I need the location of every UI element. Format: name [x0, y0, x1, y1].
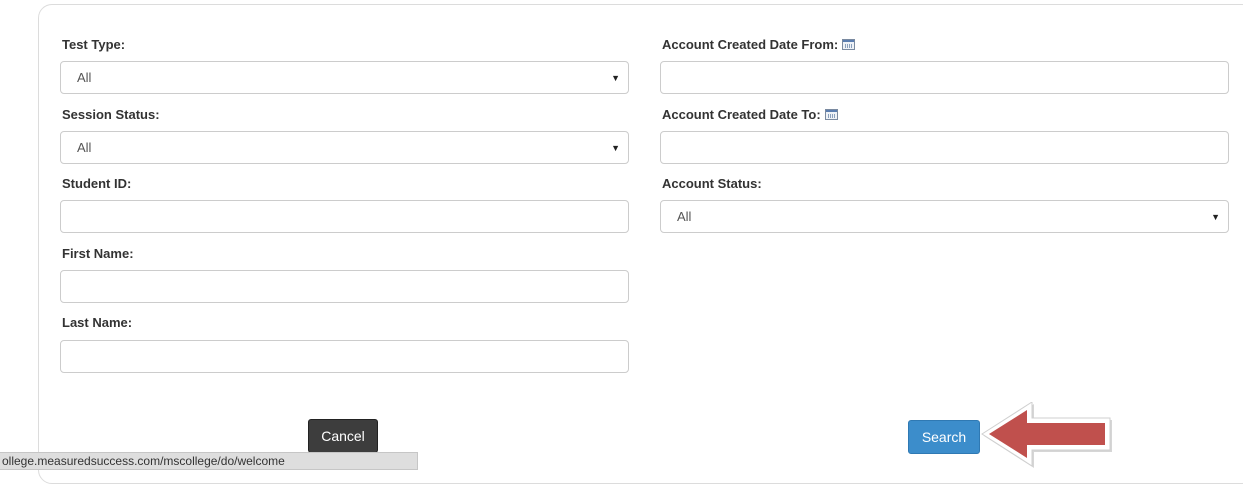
- session-status-select[interactable]: All ▼: [60, 131, 629, 164]
- browser-status-bar: ollege.measuredsuccess.com/mscollege/do/…: [0, 452, 418, 470]
- cancel-button[interactable]: Cancel: [308, 419, 378, 453]
- calendar-icon[interactable]: [842, 39, 856, 50]
- test-type-select[interactable]: All ▼: [60, 61, 629, 94]
- test-type-label: Test Type:: [62, 37, 126, 52]
- first-name-label: First Name:: [62, 246, 134, 261]
- chevron-down-icon: ▼: [1211, 212, 1220, 222]
- account-status-value: All: [677, 209, 692, 224]
- last-name-input[interactable]: [60, 340, 629, 373]
- first-name-input[interactable]: [60, 270, 629, 303]
- account-status-label: Account Status:: [662, 176, 762, 191]
- student-id-label: Student ID:: [62, 176, 132, 191]
- status-url: ollege.measuredsuccess.com/mscollege/do/…: [2, 454, 285, 468]
- student-id-input[interactable]: [60, 200, 629, 233]
- last-name-label: Last Name:: [62, 315, 133, 330]
- created-from-label: Account Created Date From:: [662, 37, 856, 52]
- created-to-input[interactable]: [660, 131, 1229, 164]
- test-type-value: All: [77, 70, 92, 85]
- calendar-icon[interactable]: [824, 109, 838, 120]
- created-to-label: Account Created Date To:: [662, 107, 838, 122]
- session-status-label: Session Status:: [62, 107, 160, 122]
- session-status-value: All: [77, 140, 92, 155]
- chevron-down-icon: ▼: [611, 73, 620, 83]
- search-button[interactable]: Search: [908, 420, 980, 454]
- account-status-select[interactable]: All ▼: [660, 200, 1229, 233]
- created-from-input[interactable]: [660, 61, 1229, 94]
- arrow-left-icon: [981, 402, 1112, 468]
- chevron-down-icon: ▼: [611, 143, 620, 153]
